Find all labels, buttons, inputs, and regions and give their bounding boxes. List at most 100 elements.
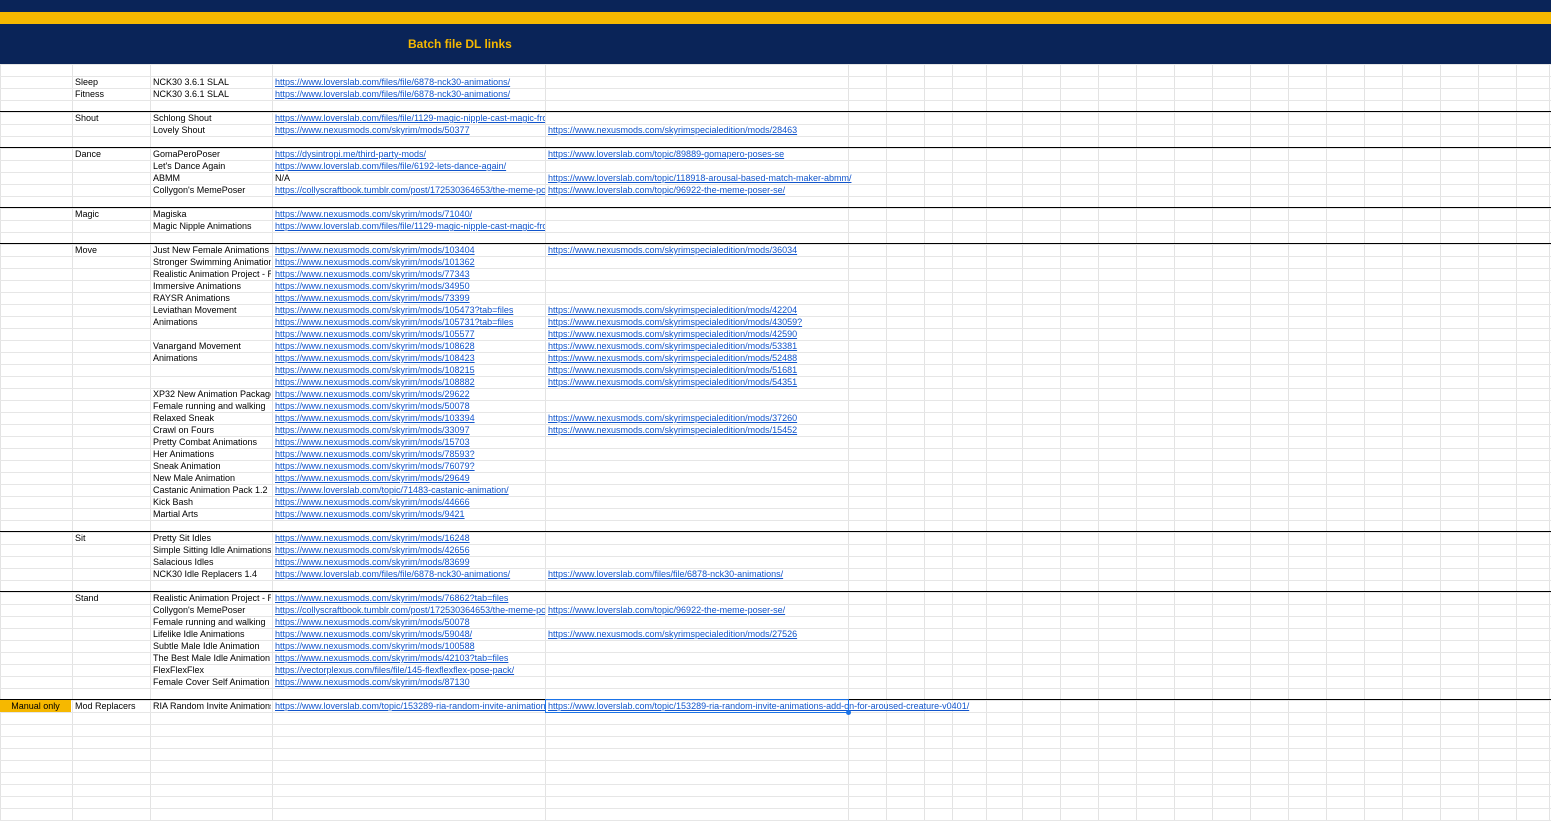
secondary-link[interactable]: https://www.loverslab.com/topic/96922-th… bbox=[548, 184, 988, 196]
primary-link[interactable]: https://www.nexusmods.com/skyrim/mods/34… bbox=[275, 280, 545, 292]
primary-link[interactable]: https://www.loverslab.com/files/file/112… bbox=[275, 112, 545, 124]
fill-handle[interactable] bbox=[846, 710, 851, 715]
primary-link[interactable]: https://www.nexusmods.com/skyrim/mods/71… bbox=[275, 208, 545, 220]
primary-link[interactable]: https://www.nexusmods.com/skyrim/mods/10… bbox=[275, 364, 545, 376]
mod-name-cell: Collygon's MemePoser bbox=[153, 605, 246, 615]
primary-link[interactable]: https://www.nexusmods.com/skyrim/mods/10… bbox=[275, 328, 545, 340]
primary-link[interactable]: https://www.nexusmods.com/skyrim/mods/76… bbox=[275, 592, 545, 604]
sheet-title: Batch file DL links bbox=[408, 37, 512, 51]
primary-link[interactable]: https://www.nexusmods.com/skyrim/mods/10… bbox=[275, 352, 545, 364]
secondary-link[interactable]: https://www.nexusmods.com/skyrimspeciale… bbox=[548, 352, 988, 364]
cell-selection bbox=[545, 699, 849, 713]
primary-link[interactable]: https://www.nexusmods.com/skyrim/mods/77… bbox=[275, 268, 545, 280]
spreadsheet-grid[interactable]: Sleep NCK30 3.6.1 SLAL https://www.loversl… bbox=[0, 64, 1551, 821]
primary-link[interactable]: https://www.nexusmods.com/skyrim/mods/42… bbox=[275, 544, 545, 556]
grid-column-line bbox=[1516, 64, 1517, 821]
grid-column-line bbox=[1364, 64, 1365, 821]
primary-link[interactable]: https://dysintropi.me/third-party-mods/ bbox=[275, 148, 545, 160]
grid-row-line bbox=[0, 196, 1551, 197]
primary-link[interactable]: https://www.nexusmods.com/skyrim/mods/44… bbox=[275, 496, 545, 508]
grid-column-line bbox=[1098, 64, 1099, 821]
primary-link[interactable]: https://www.nexusmods.com/skyrim/mods/73… bbox=[275, 292, 545, 304]
category-cell: Sleep bbox=[75, 77, 99, 87]
primary-link[interactable]: https://www.loverslab.com/files/file/687… bbox=[275, 568, 545, 580]
mod-name-cell: Pretty Sit Idles bbox=[153, 533, 212, 543]
primary-link[interactable]: https://www.nexusmods.com/skyrim/mods/76… bbox=[275, 460, 545, 472]
primary-link[interactable]: https://www.nexusmods.com/skyrim/mods/29… bbox=[275, 388, 545, 400]
primary-link[interactable]: https://www.loverslab.com/files/file/687… bbox=[275, 88, 545, 100]
category-cell: Mod Replacers bbox=[75, 701, 136, 711]
secondary-link[interactable]: https://www.nexusmods.com/skyrimspeciale… bbox=[548, 628, 988, 640]
grid-column-line bbox=[1326, 64, 1327, 821]
mod-name-cell: Leviathan Movement bbox=[153, 305, 237, 315]
mod-name-cell: Female running and walking bbox=[153, 401, 266, 411]
secondary-link[interactable]: https://www.loverslab.com/files/file/687… bbox=[548, 568, 988, 580]
primary-link[interactable]: https://www.nexusmods.com/skyrim/mods/16… bbox=[275, 532, 545, 544]
mod-name-cell: Salacious Idles bbox=[153, 557, 214, 567]
grid-column-line bbox=[272, 64, 273, 821]
mod-name-cell: RAYSR Animations bbox=[153, 293, 230, 303]
primary-link[interactable]: https://www.nexusmods.com/skyrim/mods/15… bbox=[275, 436, 545, 448]
secondary-link[interactable]: https://www.nexusmods.com/skyrimspeciale… bbox=[548, 424, 988, 436]
mod-name-cell: Subtle Male Idle Animation bbox=[153, 641, 260, 651]
primary-link[interactable]: https://www.nexusmods.com/skyrim/mods/10… bbox=[275, 304, 545, 316]
grid-row-line bbox=[0, 64, 1551, 65]
primary-link[interactable]: https://www.nexusmods.com/skyrim/mods/87… bbox=[275, 676, 545, 688]
primary-link[interactable]: https://www.nexusmods.com/skyrim/mods/50… bbox=[275, 616, 545, 628]
primary-link[interactable]: https://www.nexusmods.com/skyrim/mods/10… bbox=[275, 640, 545, 652]
primary-link[interactable]: https://www.nexusmods.com/skyrim/mods/10… bbox=[275, 244, 545, 256]
primary-link[interactable]: https://www.nexusmods.com/skyrim/mods/10… bbox=[275, 256, 545, 268]
secondary-link[interactable]: https://www.nexusmods.com/skyrimspeciale… bbox=[548, 412, 988, 424]
mod-name-cell: Her Animations bbox=[153, 449, 215, 459]
secondary-link[interactable]: https://www.loverslab.com/topic/118918-a… bbox=[548, 172, 988, 184]
primary-link[interactable]: https://www.nexusmods.com/skyrim/mods/50… bbox=[275, 400, 545, 412]
mod-name-cell: Magic Nipple Animations bbox=[153, 221, 252, 231]
secondary-link[interactable]: https://www.nexusmods.com/skyrimspeciale… bbox=[548, 316, 988, 328]
grid-column-line bbox=[1212, 64, 1213, 821]
primary-link[interactable]: https://www.nexusmods.com/skyrim/mods/10… bbox=[275, 376, 545, 388]
grid-row-line bbox=[0, 688, 1551, 689]
secondary-link[interactable]: https://www.nexusmods.com/skyrimspeciale… bbox=[548, 328, 988, 340]
primary-link[interactable]: https://www.nexusmods.com/skyrim/mods/59… bbox=[275, 628, 545, 640]
grid-row-line bbox=[0, 136, 1551, 137]
primary-link[interactable]: https://www.nexusmods.com/skyrim/mods/10… bbox=[275, 412, 545, 424]
primary-link[interactable]: https://www.nexusmods.com/skyrim/mods/10… bbox=[275, 340, 545, 352]
category-cell: Magic bbox=[75, 209, 100, 219]
mod-name-cell: Stronger Swimming Animations bbox=[153, 257, 271, 267]
primary-link[interactable]: https://www.loverslab.com/files/file/619… bbox=[275, 160, 545, 172]
primary-link[interactable]: https://www.nexusmods.com/skyrim/mods/33… bbox=[275, 424, 545, 436]
manual-only-tag: Manual only bbox=[0, 700, 71, 712]
primary-link[interactable]: https://collyscraftbook.tumblr.com/post/… bbox=[275, 184, 545, 196]
secondary-link[interactable]: https://www.nexusmods.com/skyrimspeciale… bbox=[548, 244, 988, 256]
primary-link[interactable]: https://www.nexusmods.com/skyrim/mods/94… bbox=[275, 508, 545, 520]
secondary-link[interactable]: https://www.nexusmods.com/skyrimspeciale… bbox=[548, 304, 988, 316]
secondary-link[interactable]: https://www.nexusmods.com/skyrimspeciale… bbox=[548, 364, 988, 376]
mod-name-cell: Pretty Combat Animations bbox=[153, 437, 258, 447]
mod-name-cell: Vanargand Movement bbox=[153, 341, 241, 351]
grid-column-line bbox=[1288, 64, 1289, 821]
secondary-link[interactable]: https://www.loverslab.com/topic/96922-th… bbox=[548, 604, 988, 616]
secondary-link[interactable]: https://www.nexusmods.com/skyrimspeciale… bbox=[548, 124, 988, 136]
mod-name-cell: Relaxed Sneak bbox=[153, 413, 215, 423]
mod-name-cell: Just New Female Animations bbox=[153, 245, 270, 255]
primary-link[interactable]: https://www.nexusmods.com/skyrim/mods/29… bbox=[275, 472, 545, 484]
primary-link[interactable]: https://www.loverslab.com/topic/71483-ca… bbox=[275, 484, 545, 496]
primary-link[interactable]: https://www.nexusmods.com/skyrim/mods/78… bbox=[275, 448, 545, 460]
grid-row-line bbox=[0, 580, 1551, 581]
mod-name-cell: Female Cover Self Animation bbox=[153, 677, 270, 687]
primary-link[interactable]: https://vectorplexus.com/files/file/145-… bbox=[275, 664, 545, 676]
primary-link[interactable]: https://www.nexusmods.com/skyrim/mods/50… bbox=[275, 124, 545, 136]
primary-link[interactable]: https://www.nexusmods.com/skyrim/mods/83… bbox=[275, 556, 545, 568]
primary-link[interactable]: https://www.nexusmods.com/skyrim/mods/42… bbox=[275, 652, 545, 664]
primary-link[interactable]: https://www.loverslab.com/files/file/112… bbox=[275, 220, 545, 232]
secondary-link[interactable]: https://www.nexusmods.com/skyrimspeciale… bbox=[548, 340, 988, 352]
primary-link[interactable]: https://www.loverslab.com/topic/153289-r… bbox=[275, 700, 545, 712]
secondary-link[interactable]: https://www.nexusmods.com/skyrimspeciale… bbox=[548, 376, 988, 388]
category-cell: Shout bbox=[75, 113, 99, 123]
category-cell: Sit bbox=[75, 533, 86, 543]
primary-link[interactable]: https://www.loverslab.com/files/file/687… bbox=[275, 76, 545, 88]
primary-link[interactable]: https://www.nexusmods.com/skyrim/mods/10… bbox=[275, 316, 545, 328]
secondary-link[interactable]: https://www.loverslab.com/topic/89889-go… bbox=[548, 148, 988, 160]
grid-row-line bbox=[0, 232, 1551, 233]
primary-link[interactable]: https://collyscraftbook.tumblr.com/post/… bbox=[275, 604, 545, 616]
